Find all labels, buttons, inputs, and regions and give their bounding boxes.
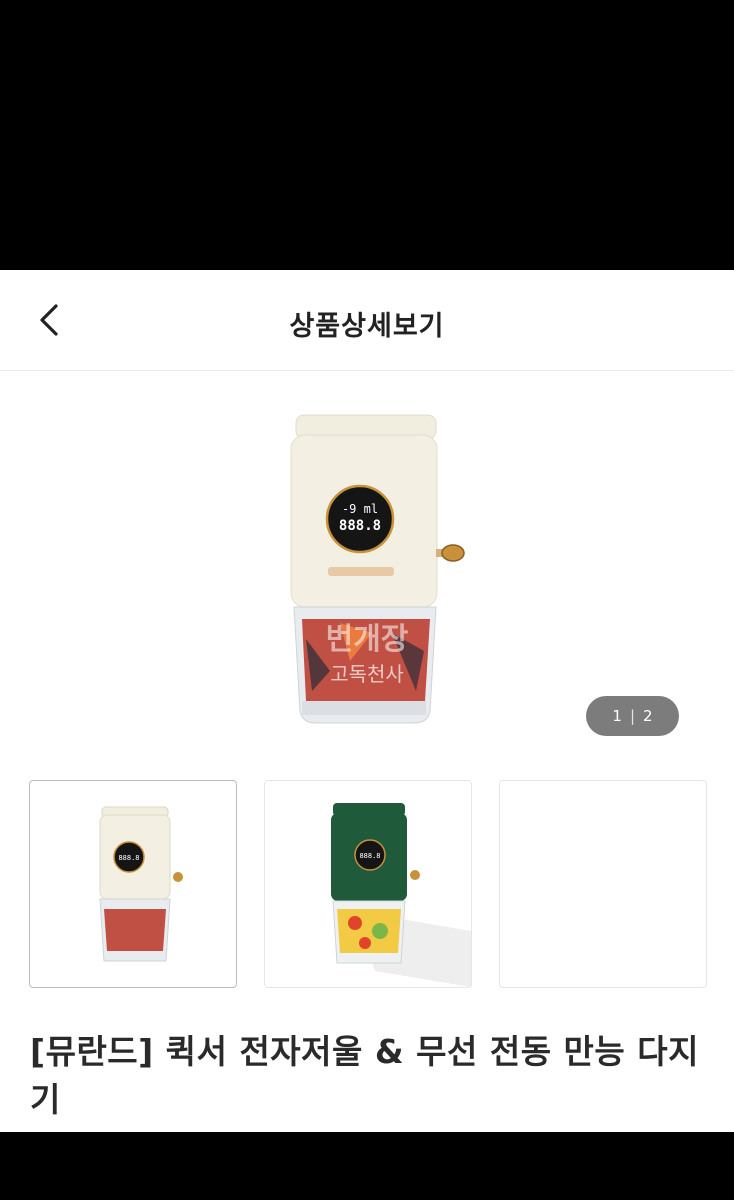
watermark-sub: 고독천사 xyxy=(330,662,404,686)
main-product-image[interactable]: -9 ml 888.8 번개장 고독천사 xyxy=(0,371,734,751)
watermark-main: 번개장 xyxy=(326,622,409,657)
total-pages: 2 xyxy=(643,707,653,725)
thumbnail-green[interactable]: 888.8 xyxy=(264,780,472,988)
bottom-black-bar xyxy=(0,1132,734,1200)
product-name: [뮤란드] 퀵서 전자저울 & 무선 전동 만능 다지기 xyxy=(30,1032,699,1119)
thumbnail-strip: 888.8 888.8 xyxy=(0,780,734,990)
page-title: 상품상세보기 xyxy=(289,311,445,342)
top-black-bar xyxy=(0,0,734,270)
display-text-top: -9 ml xyxy=(342,502,378,516)
thumbnail-empty[interactable] xyxy=(499,780,707,988)
image-page-indicator: 1 | 2 xyxy=(586,696,679,736)
label-strip xyxy=(328,567,394,576)
knob-shape xyxy=(441,544,465,562)
current-page: 1 xyxy=(612,707,622,725)
app-header: 상품상세보기 xyxy=(0,270,734,371)
thumbnail-cream[interactable]: 888.8 xyxy=(29,780,237,988)
product-detail-screen: 상품상세보기 -9 ml 888.8 번개장 고독천사 1 | 2 888.8 … xyxy=(0,270,734,1132)
thumb-display-text: 888.8 xyxy=(359,852,380,860)
display-text-bottom: 888.8 xyxy=(339,518,381,534)
thumb-display-text: 888.8 xyxy=(118,854,139,862)
page-separator: | xyxy=(629,707,636,725)
